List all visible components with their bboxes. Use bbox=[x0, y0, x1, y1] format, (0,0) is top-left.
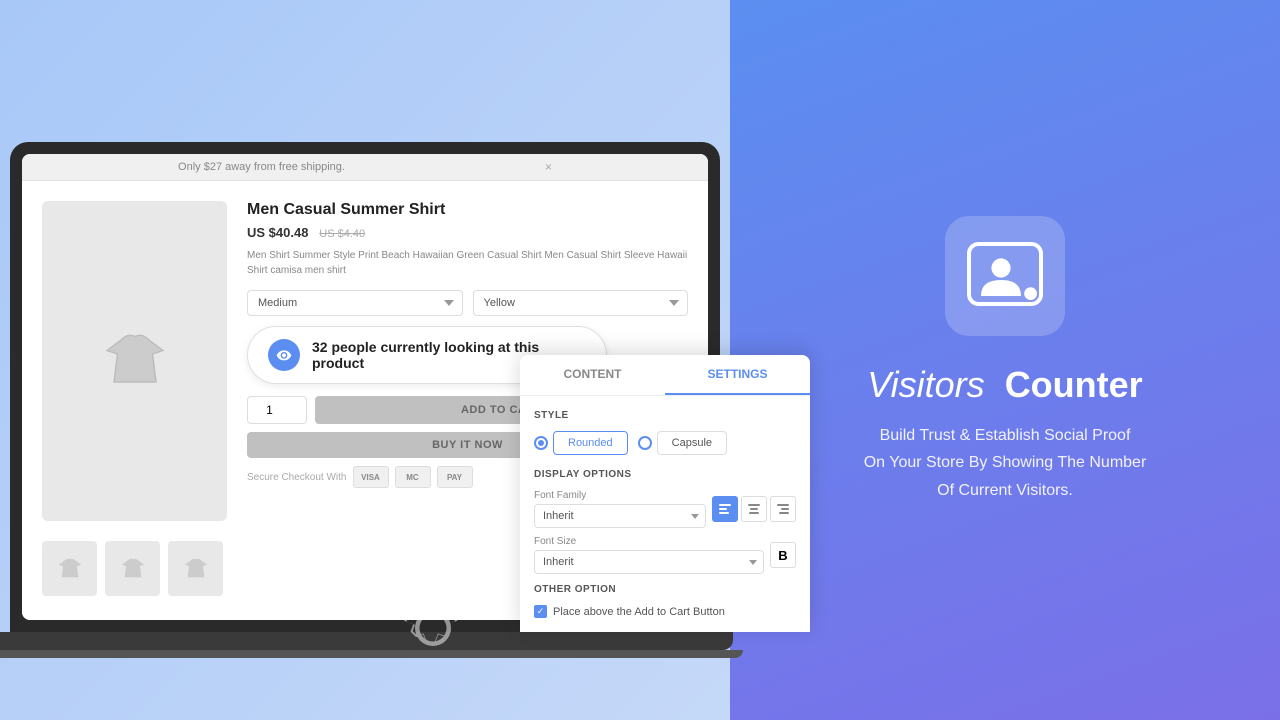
thumb-1[interactable] bbox=[42, 541, 97, 596]
font-family-label: Font Family bbox=[534, 490, 706, 501]
other-option-section: OTHER OPTION Place above the Add to Cart… bbox=[534, 584, 796, 618]
capsule-option[interactable]: Capsule bbox=[638, 431, 727, 455]
display-options-label: DISPLAY OPTIONS bbox=[534, 469, 796, 480]
rounded-button[interactable]: Rounded bbox=[553, 431, 628, 455]
subtitle-line3: Of Current Visitors. bbox=[937, 482, 1073, 499]
app-title-bold: Counter bbox=[1005, 364, 1143, 405]
color-select[interactable]: Yellow Blue Red bbox=[473, 290, 689, 316]
tab-settings[interactable]: SETTINGS bbox=[665, 355, 810, 395]
shipping-banner: Only $27 away from free shipping. × bbox=[22, 154, 708, 181]
mastercard-icon: MC bbox=[395, 466, 431, 488]
laptop-foot bbox=[0, 650, 743, 658]
laptop-base bbox=[0, 632, 733, 650]
laptop-mockup: Only $27 away from free shipping. × bbox=[10, 142, 720, 632]
payment-icons: VISA MC PAY bbox=[353, 466, 473, 488]
price-current: US $40.48 bbox=[247, 225, 308, 240]
font-size-select[interactable]: Inherit bbox=[534, 550, 764, 574]
secure-checkout-text: Secure Checkout With bbox=[247, 472, 347, 483]
capsule-button[interactable]: Capsule bbox=[657, 431, 727, 455]
panel-body: STYLE Rounded Capsule DISPLAY OPT bbox=[520, 396, 810, 632]
align-buttons bbox=[712, 496, 796, 522]
subtitle-line1: Build Trust & Establish Social Proof bbox=[880, 427, 1131, 444]
quantity-input[interactable] bbox=[247, 396, 307, 424]
capsule-radio[interactable] bbox=[638, 436, 652, 450]
thumb-3[interactable] bbox=[168, 541, 223, 596]
bold-button[interactable]: B bbox=[770, 542, 796, 568]
select-row: Medium Small Large Yellow Blue Red bbox=[247, 290, 688, 316]
font-size-row: Font Size Inherit B bbox=[534, 536, 796, 574]
checkbox-above-cart[interactable] bbox=[534, 605, 547, 618]
subtitle-line2: On Your Store By Showing The Number bbox=[864, 454, 1147, 471]
panel-tabs: CONTENT SETTINGS bbox=[520, 355, 810, 396]
app-title-italic: Visitors bbox=[867, 364, 984, 405]
thumb-2[interactable] bbox=[105, 541, 160, 596]
product-image bbox=[42, 201, 227, 521]
rounded-radio[interactable] bbox=[534, 436, 548, 450]
align-right-button[interactable] bbox=[770, 496, 796, 522]
banner-close-button[interactable]: × bbox=[545, 160, 552, 174]
app-icon-container bbox=[945, 216, 1065, 336]
checkbox-row: Place above the Add to Cart Button bbox=[534, 605, 796, 618]
font-family-row: Font Family Inherit bbox=[534, 490, 796, 528]
checkbox-label: Place above the Add to Cart Button bbox=[553, 606, 725, 618]
size-select[interactable]: Medium Small Large bbox=[247, 290, 463, 316]
align-center-button[interactable] bbox=[741, 496, 767, 522]
style-options: Rounded Capsule bbox=[534, 431, 796, 455]
visa-icon: VISA bbox=[353, 466, 389, 488]
visitors-counter-icon bbox=[965, 236, 1045, 316]
left-panel: Only $27 away from free shipping. × bbox=[0, 0, 730, 720]
gear-decoration bbox=[388, 583, 478, 678]
tab-content[interactable]: CONTENT bbox=[520, 355, 665, 395]
eye-icon bbox=[268, 339, 300, 371]
product-description: Men Shirt Summer Style Print Beach Hawai… bbox=[247, 248, 688, 278]
style-label: STYLE bbox=[534, 410, 796, 421]
pay-icon: PAY bbox=[437, 466, 473, 488]
product-price: US $40.48 US $4.40 bbox=[247, 225, 688, 240]
font-family-select[interactable]: Inherit bbox=[534, 504, 706, 528]
product-title: Men Casual Summer Shirt bbox=[247, 201, 688, 219]
settings-panel: CONTENT SETTINGS STYLE Rounded Capsule bbox=[520, 355, 810, 632]
other-option-label: OTHER OPTION bbox=[534, 584, 796, 595]
align-left-button[interactable] bbox=[712, 496, 738, 522]
app-title: Visitors Counter bbox=[867, 364, 1142, 406]
font-size-label: Font Size bbox=[534, 536, 764, 547]
right-panel: Visitors Counter Build Trust & Establish… bbox=[730, 0, 1280, 720]
rounded-option[interactable]: Rounded bbox=[534, 431, 628, 455]
banner-text: Only $27 away from free shipping. bbox=[178, 161, 345, 173]
app-subtitle: Build Trust & Establish Social Proof On … bbox=[864, 422, 1147, 504]
display-options-section: DISPLAY OPTIONS Font Family Inherit bbox=[534, 469, 796, 574]
price-original: US $4.40 bbox=[319, 228, 365, 240]
